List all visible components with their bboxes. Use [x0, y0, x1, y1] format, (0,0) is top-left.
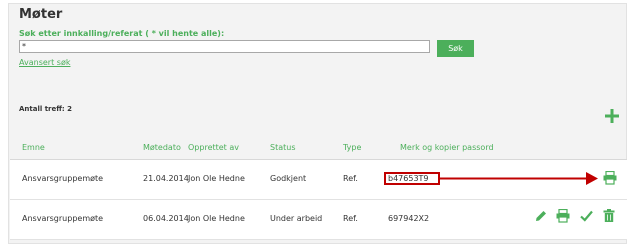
print-icon[interactable]	[556, 209, 570, 223]
cell-emne[interactable]: Ansvarsgruppemøte	[22, 214, 103, 223]
cell-motedato: 06.04.2014	[143, 214, 189, 223]
approve-icon[interactable]	[580, 210, 593, 222]
cell-password[interactable]: 697942X2	[388, 214, 429, 223]
cell-status: Under arbeid	[270, 214, 323, 223]
print-icon[interactable]	[603, 171, 617, 185]
result-count: Antall treff: 2	[19, 105, 73, 113]
arrow-right-icon	[440, 172, 598, 185]
header-motedato[interactable]: Møtedato	[143, 143, 181, 152]
table-header: Emne Møtedato Opprettet av Status Type M…	[10, 138, 627, 160]
header-emne[interactable]: Emne	[22, 143, 45, 152]
search-label: Søk etter innkalling/referat ( * vil hen…	[19, 29, 225, 38]
header-passord: Merk og kopier passord	[400, 143, 494, 152]
delete-icon[interactable]	[603, 209, 615, 222]
header-opprettet[interactable]: Opprettet av	[188, 143, 239, 152]
add-icon[interactable]	[604, 108, 620, 124]
cell-opprettet: Jon Ole Hedne	[188, 174, 245, 183]
cell-type: Ref.	[343, 214, 358, 223]
search-button[interactable]: Søk	[437, 40, 474, 57]
cell-motedato: 21.04.2014	[143, 174, 189, 183]
cell-opprettet: Jon Ole Hedne	[188, 214, 245, 223]
cell-type: Ref.	[343, 174, 358, 183]
cell-password[interactable]: b47653T9	[388, 174, 429, 183]
page-title: Møter	[19, 7, 63, 22]
header-status[interactable]: Status	[270, 143, 296, 152]
edit-icon[interactable]	[535, 210, 547, 222]
advanced-search-link[interactable]: Avansert søk	[19, 58, 70, 67]
cell-emne[interactable]: Ansvarsgruppemøte	[22, 174, 103, 183]
cell-status: Godkjent	[270, 174, 307, 183]
search-input[interactable]	[19, 40, 430, 53]
header-type[interactable]: Type	[343, 143, 361, 152]
